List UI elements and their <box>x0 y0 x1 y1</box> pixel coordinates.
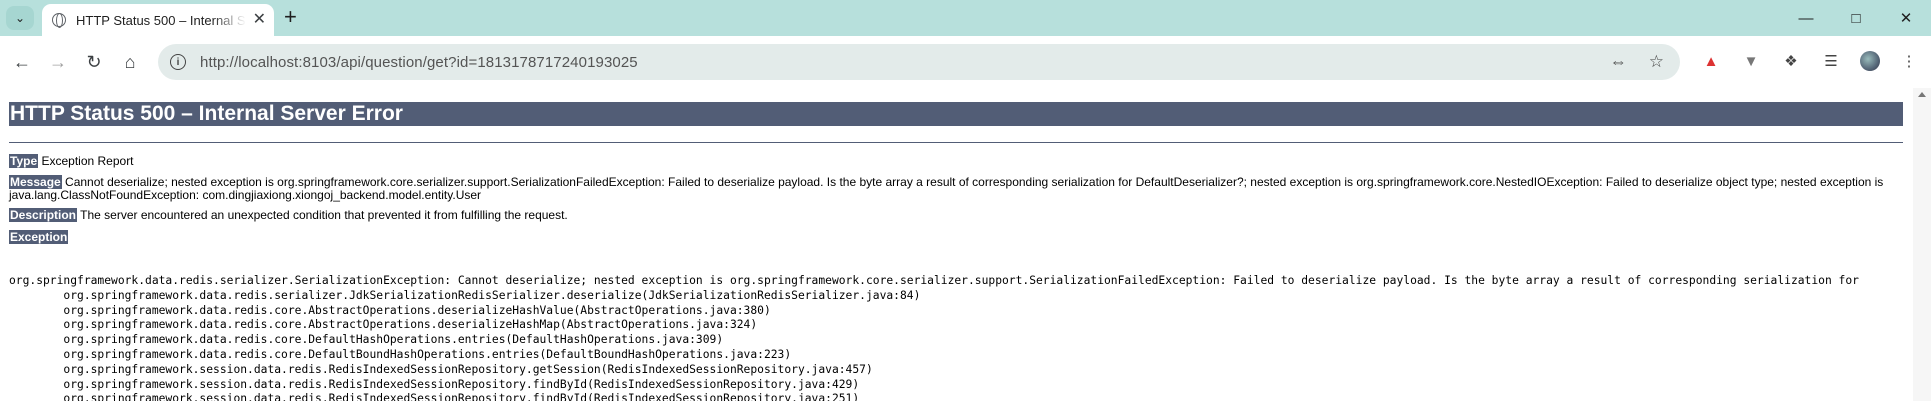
menu-icon[interactable]: ⋮ <box>1898 50 1920 72</box>
extensions-puzzle-icon[interactable]: ❖ <box>1780 50 1802 72</box>
description-line: Description The server encountered an un… <box>9 208 568 222</box>
message-line: Message Cannot deserialize; nested excep… <box>9 175 1899 202</box>
stack-trace-line: org.springframework.session.data.redis.R… <box>9 377 860 391</box>
stack-trace-line: org.springframework.data.redis.core.Abst… <box>9 318 758 332</box>
close-icon[interactable]: ✕ <box>253 12 266 28</box>
minimize-icon[interactable]: — <box>1781 0 1831 36</box>
tab-title: HTTP Status 500 – Internal Server Error <box>76 12 246 28</box>
stack-trace-line: org.springframework.session.data.redis.R… <box>9 392 860 401</box>
address-bar[interactable]: i http://localhost:8103/api/question/get… <box>158 44 1680 80</box>
stack-trace-line: org.springframework.data.redis.core.Defa… <box>9 347 792 361</box>
stack-trace-line: org.springframework.data.redis.core.Defa… <box>9 333 724 347</box>
reading-list-icon[interactable]: ☰ <box>1820 50 1842 72</box>
tab-search-button[interactable]: ⌄ <box>6 6 34 30</box>
reload-icon[interactable]: ↻ <box>82 50 106 74</box>
maximize-icon[interactable]: □ <box>1831 0 1881 36</box>
scrollbar[interactable] <box>1913 88 1931 401</box>
browser-toolbar: ← → ↻ ⌂ i http://localhost:8103/api/ques… <box>0 36 1931 88</box>
extensions-area: ▲ ▼ ❖ ☰ ⋮ <box>1700 50 1920 72</box>
page-content: HTTP Status 500 – Internal Server Error … <box>0 88 1913 401</box>
stack-trace-line: org.springframework.data.redis.core.Abst… <box>9 303 771 317</box>
address-bar-actions: ⇔ ☆ <box>1610 52 1664 72</box>
star-icon[interactable]: ☆ <box>1649 52 1664 72</box>
window-controls: — □ ✕ <box>1781 0 1931 36</box>
exception-line: Exception <box>9 230 69 244</box>
chevron-down-icon: ⌄ <box>14 11 26 25</box>
description-label: Description <box>9 208 78 222</box>
globe-icon <box>52 13 66 28</box>
type-line: Type Exception Report <box>9 154 134 168</box>
arrow-left-icon[interactable]: ← <box>10 50 34 74</box>
stack-trace-line: org.springframework.session.data.redis.R… <box>9 362 873 376</box>
stack-trace-line: org.springframework.data.redis.serialize… <box>9 274 1859 287</box>
type-label: Type <box>9 154 39 168</box>
type-value: Exception Report <box>41 154 134 168</box>
url-text[interactable]: http://localhost:8103/api/question/get?i… <box>200 54 638 71</box>
stack-trace-line: org.springframework.data.redis.serialize… <box>9 288 921 302</box>
home-icon[interactable]: ⌂ <box>118 50 142 74</box>
extension-red-icon[interactable]: ▲ <box>1700 50 1722 72</box>
message-value: Cannot deserialize; nested exception is … <box>9 175 1884 202</box>
tab-strip: ⌄ HTTP Status 500 – Internal Server Erro… <box>0 0 1931 36</box>
avatar[interactable] <box>1860 51 1880 71</box>
page-title: HTTP Status 500 – Internal Server Error <box>9 102 1903 126</box>
new-tab-button[interactable]: + <box>284 6 297 28</box>
active-tab[interactable]: HTTP Status 500 – Internal Server Error … <box>42 4 274 36</box>
translate-icon[interactable]: ⇔ <box>1610 52 1627 72</box>
extension-v-icon[interactable]: ▼ <box>1740 50 1762 72</box>
description-value: The server encountered an unexpected con… <box>80 208 568 222</box>
arrow-right-icon[interactable]: → <box>46 50 70 74</box>
window-close-icon[interactable]: ✕ <box>1881 0 1931 36</box>
exception-label: Exception <box>9 230 69 244</box>
stack-trace: org.springframework.data.redis.serialize… <box>9 274 1859 401</box>
message-label: Message <box>9 175 62 189</box>
divider <box>9 142 1903 143</box>
info-icon[interactable]: i <box>170 54 186 70</box>
